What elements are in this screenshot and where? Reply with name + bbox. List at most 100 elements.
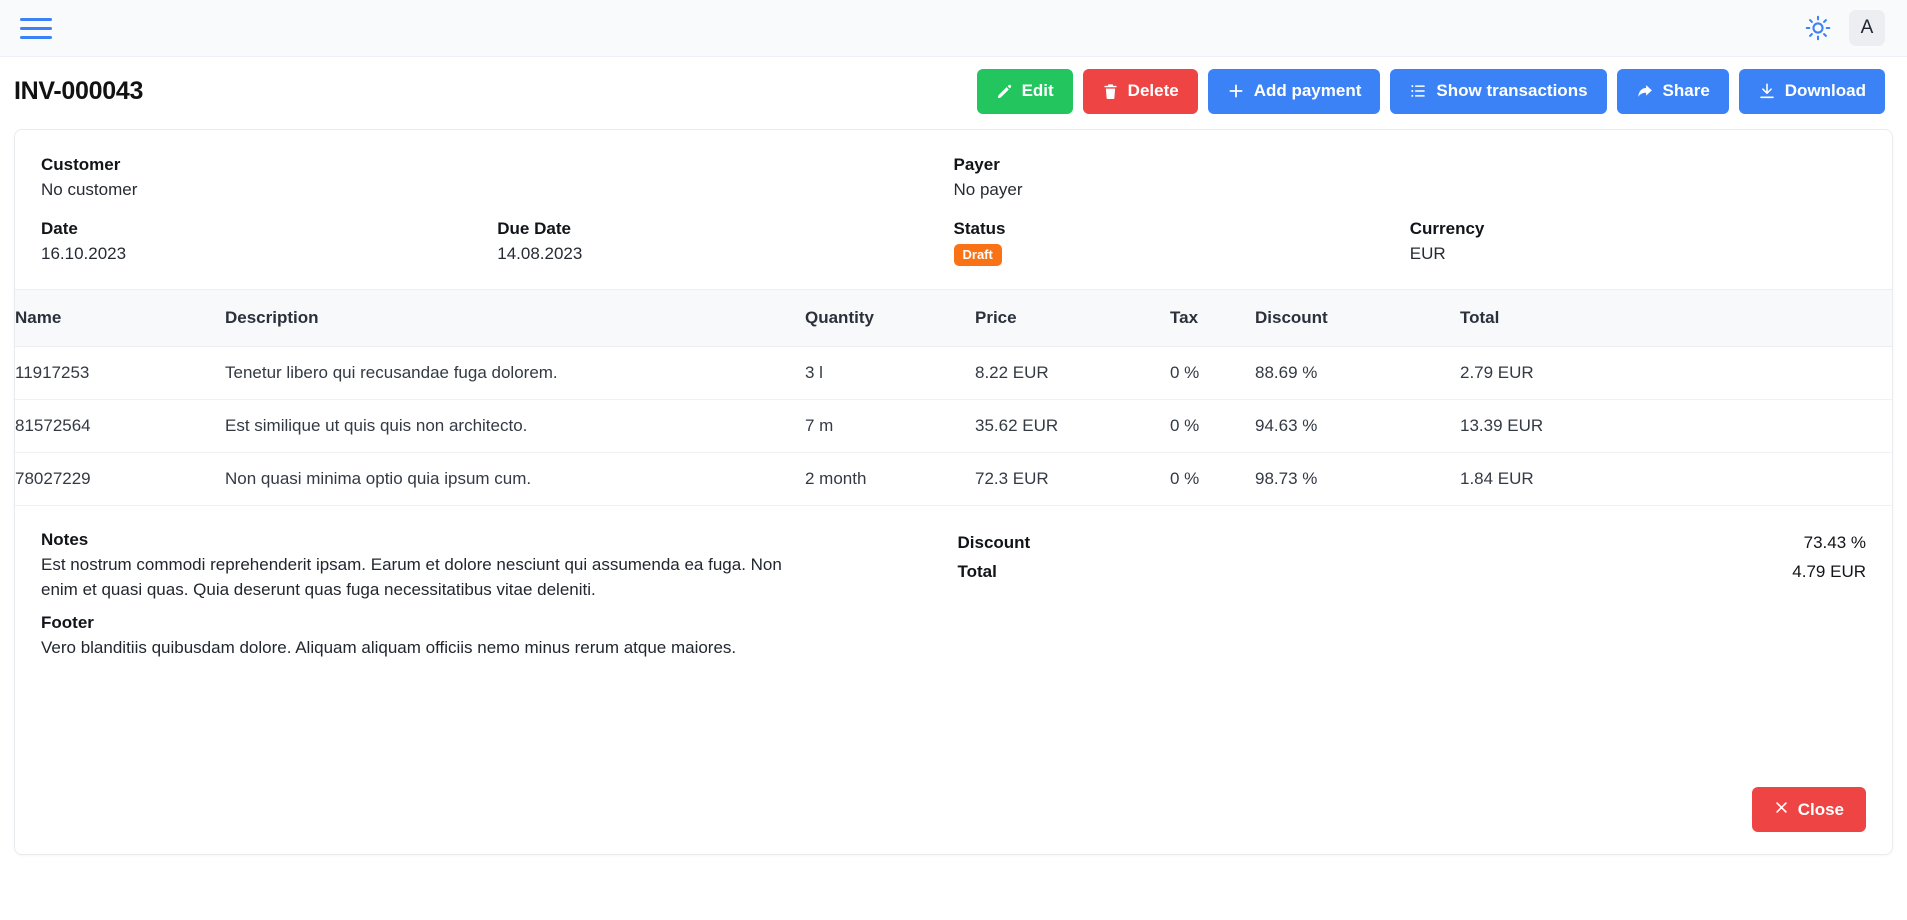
close-button-label: Close: [1798, 800, 1844, 820]
add-payment-button[interactable]: Add payment: [1208, 69, 1381, 114]
cell-price: 35.62 EUR: [975, 400, 1170, 453]
cell-total: 1.84 EUR: [1460, 453, 1892, 506]
notes-section: Notes Est nostrum commodi reprehenderit …: [41, 528, 954, 660]
notes-label: Notes: [41, 528, 954, 552]
column-header-quantity: Quantity: [805, 290, 975, 347]
table-row[interactable]: 81572564 Est similique ut quis quis non …: [15, 400, 1892, 453]
close-button-wrapper: Close: [1752, 787, 1866, 832]
edit-button[interactable]: Edit: [977, 69, 1073, 114]
page-title: INV-000043: [14, 77, 143, 106]
payer-value: No payer: [954, 177, 1867, 203]
download-icon: [1758, 82, 1776, 100]
date-label: Date: [41, 216, 497, 241]
table-row[interactable]: 11917253 Tenetur libero qui recusandae f…: [15, 347, 1892, 400]
totals-total-row: Total 4.79 EUR: [958, 557, 1867, 586]
edit-button-label: Edit: [1022, 81, 1054, 101]
hamburger-bar: [20, 36, 52, 39]
currency-value: EUR: [1410, 241, 1866, 267]
date-columns: Date 16.10.2023 Due Date 14.08.2023: [41, 216, 954, 267]
cell-name: 11917253: [15, 347, 225, 400]
cell-total: 2.79 EUR: [1460, 347, 1892, 400]
status-badge: Draft: [954, 244, 1002, 266]
hamburger-bar: [20, 27, 52, 30]
cell-tax: 0 %: [1170, 400, 1255, 453]
customer-label: Customer: [41, 152, 954, 177]
column-header-discount: Discount: [1255, 290, 1460, 347]
due-date-value: 14.08.2023: [497, 241, 953, 267]
share-button[interactable]: Share: [1617, 69, 1729, 114]
currency-label: Currency: [1410, 216, 1866, 241]
hamburger-menu-icon[interactable]: [20, 13, 54, 43]
status-label: Status: [954, 216, 1410, 241]
app-bar: A: [0, 0, 1907, 57]
show-transactions-button[interactable]: Show transactions: [1390, 69, 1606, 114]
cell-price: 72.3 EUR: [975, 453, 1170, 506]
currency-block: Currency EUR: [1410, 216, 1866, 267]
close-button[interactable]: Close: [1752, 787, 1866, 832]
column-header-name: Name: [15, 290, 225, 347]
cell-discount: 98.73 %: [1255, 453, 1460, 506]
items-table-body: 11917253 Tenetur libero qui recusandae f…: [15, 347, 1892, 506]
date-value: 16.10.2023: [41, 241, 497, 267]
download-button[interactable]: Download: [1739, 69, 1885, 114]
customer-block: Customer No customer: [41, 152, 954, 203]
totals-discount-value: 73.43 %: [1804, 528, 1866, 557]
table-row[interactable]: 78027229 Non quasi minima optio quia ips…: [15, 453, 1892, 506]
close-x-icon: [1774, 800, 1789, 820]
share-button-label: Share: [1663, 81, 1710, 101]
cell-discount: 94.63 %: [1255, 400, 1460, 453]
delete-button[interactable]: Delete: [1083, 69, 1198, 114]
show-transactions-button-label: Show transactions: [1436, 81, 1587, 101]
items-table-header-row: Name Description Quantity Price Tax Disc…: [15, 290, 1892, 347]
cell-name: 78027229: [15, 453, 225, 506]
invoice-bottom: Notes Est nostrum commodi reprehenderit …: [15, 506, 1892, 660]
delete-button-label: Delete: [1128, 81, 1179, 101]
cell-description: Tenetur libero qui recusandae fuga dolor…: [225, 347, 805, 400]
payer-block: Payer No payer: [954, 152, 1867, 203]
invoice-meta-row-1: Customer No customer Payer No payer: [41, 152, 1866, 203]
due-date-block: Due Date 14.08.2023: [497, 216, 953, 267]
title-row: INV-000043 Edit Delete: [0, 57, 1907, 125]
totals-total-value: 4.79 EUR: [1792, 557, 1866, 586]
payer-label: Payer: [954, 152, 1867, 177]
status-columns: Status Draft Currency EUR: [954, 216, 1867, 267]
header-actions: Edit Delete Add payment: [977, 69, 1885, 114]
footer-text: Vero blanditiis quibusdam dolore. Aliqua…: [41, 635, 801, 660]
invoice-card: Customer No customer Payer No payer Date…: [14, 129, 1893, 855]
column-header-total: Total: [1460, 290, 1892, 347]
download-button-label: Download: [1785, 81, 1866, 101]
date-block: Date 16.10.2023: [41, 216, 497, 267]
list-icon: [1409, 82, 1427, 100]
invoice-meta-row-2: Date 16.10.2023 Due Date 14.08.2023 Stat…: [41, 216, 1866, 267]
footer-label: Footer: [41, 611, 954, 635]
due-date-label: Due Date: [497, 216, 953, 241]
invoice-items-table: Name Description Quantity Price Tax Disc…: [15, 289, 1892, 506]
sun-icon[interactable]: [1805, 15, 1831, 41]
invoice-meta: Customer No customer Payer No payer Date…: [15, 130, 1892, 267]
avatar[interactable]: A: [1849, 10, 1885, 46]
column-header-description: Description: [225, 290, 805, 347]
hamburger-bar: [20, 18, 52, 21]
status-block: Status Draft: [954, 216, 1410, 267]
totals-discount-label: Discount: [958, 528, 1031, 557]
totals-section: Discount 73.43 % Total 4.79 EUR: [954, 528, 1867, 660]
add-payment-button-label: Add payment: [1254, 81, 1362, 101]
cell-description: Est similique ut quis quis non architect…: [225, 400, 805, 453]
plus-icon: [1227, 82, 1245, 100]
cell-name: 81572564: [15, 400, 225, 453]
cell-tax: 0 %: [1170, 347, 1255, 400]
trash-icon: [1102, 83, 1119, 100]
cell-quantity: 7 m: [805, 400, 975, 453]
cell-total: 13.39 EUR: [1460, 400, 1892, 453]
cell-quantity: 2 month: [805, 453, 975, 506]
share-icon: [1636, 82, 1654, 100]
cell-price: 8.22 EUR: [975, 347, 1170, 400]
items-table-head: Name Description Quantity Price Tax Disc…: [15, 290, 1892, 347]
cell-tax: 0 %: [1170, 453, 1255, 506]
notes-text: Est nostrum commodi reprehenderit ipsam.…: [41, 552, 801, 602]
column-header-price: Price: [975, 290, 1170, 347]
cell-quantity: 3 l: [805, 347, 975, 400]
cell-description: Non quasi minima optio quia ipsum cum.: [225, 453, 805, 506]
customer-value: No customer: [41, 177, 954, 203]
pencil-icon: [996, 83, 1013, 100]
